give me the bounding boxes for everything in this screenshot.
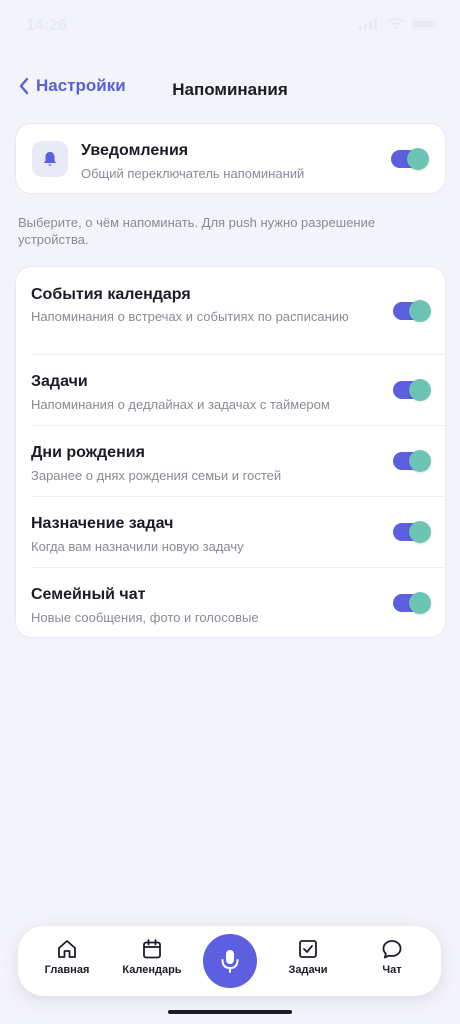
wifi-icon [387,18,404,30]
tasks-toggle[interactable] [393,379,431,401]
tab-label: Задачи [288,964,328,976]
home-indicator [168,1010,292,1014]
battery-icon [412,18,438,30]
master-notifications-card: Уведомления Общий переключатель напомина… [15,123,446,194]
family-chat-toggle[interactable] [393,592,431,614]
reminder-title: Назначение задач [31,515,174,532]
signal-icon [359,18,377,30]
toggle-thumb [407,148,429,170]
toggle-thumb [409,300,431,322]
reminder-row-assignments[interactable]: Назначение задач Когда вам назначили нов… [16,497,445,567]
hint-text: Выберите, о чём напоминать. Для push нуж… [18,215,376,247]
reminder-title: Дни рождения [31,444,145,461]
reminder-title: Семейный чат [31,586,146,603]
reminder-row-birthdays[interactable]: Дни рождения Заранее о днях рождения сем… [16,426,445,496]
status-icons [359,18,438,30]
calendar-icon [143,939,161,959]
toggle-thumb [409,521,431,543]
nav-header: Настройки Напоминания [0,72,460,106]
master-toggle[interactable] [391,148,429,170]
page-title: Напоминания [172,80,288,99]
status-time: 14:26 [26,17,67,34]
master-subtitle: Общий переключатель напоминаний [81,166,305,181]
tab-tasks[interactable]: Задачи [268,938,348,988]
reminder-title: События календаря [31,286,191,303]
toggle-thumb [409,592,431,614]
toggle-thumb [409,379,431,401]
reminder-subtitle: Заранее о днях рождения семьи и гостей [31,468,282,483]
reminder-row-tasks[interactable]: Задачи Напоминания о дедлайнах и задачах… [16,355,445,425]
master-icon-badge [32,141,68,177]
voice-button[interactable] [203,934,257,988]
reminder-list-card: События календаря Напоминания о встречах… [15,266,446,638]
reminder-subtitle: Напоминания о встречах и событиях по рас… [31,309,349,324]
reminder-row-calendar[interactable]: События календаря Напоминания о встречах… [16,267,445,354]
calendar-toggle[interactable] [393,300,431,322]
tab-label: Календарь [122,964,182,976]
reminder-subtitle: Когда вам назначили новую задачу [31,539,244,554]
tab-label: Чат [382,964,402,976]
reminder-row-family-chat[interactable]: Семейный чат Новые сообщения, фото и гол… [16,568,445,637]
reminder-subtitle: Напоминания о дедлайнах и задачах с тайм… [31,397,330,412]
assignments-toggle[interactable] [393,521,431,543]
home-icon [58,940,76,958]
master-title: Уведомления [81,142,189,159]
bottom-tab-bar: Главная Календарь Задачи Чат [18,926,441,996]
tab-calendar[interactable]: Календарь [112,938,192,988]
chat-bubble-icon [382,940,402,959]
tab-home[interactable]: Главная [27,938,107,988]
checkbox-icon [299,940,317,958]
tab-label: Главная [44,964,90,976]
toggle-thumb [409,450,431,472]
birthdays-toggle[interactable] [393,450,431,472]
reminder-subtitle: Новые сообщения, фото и голосовые [31,610,259,625]
status-bar: 14:26 [0,0,460,52]
bell-icon [44,152,56,166]
microphone-icon [221,950,239,973]
tab-chat[interactable]: Чат [352,938,432,988]
reminder-title: Задачи [31,373,88,390]
